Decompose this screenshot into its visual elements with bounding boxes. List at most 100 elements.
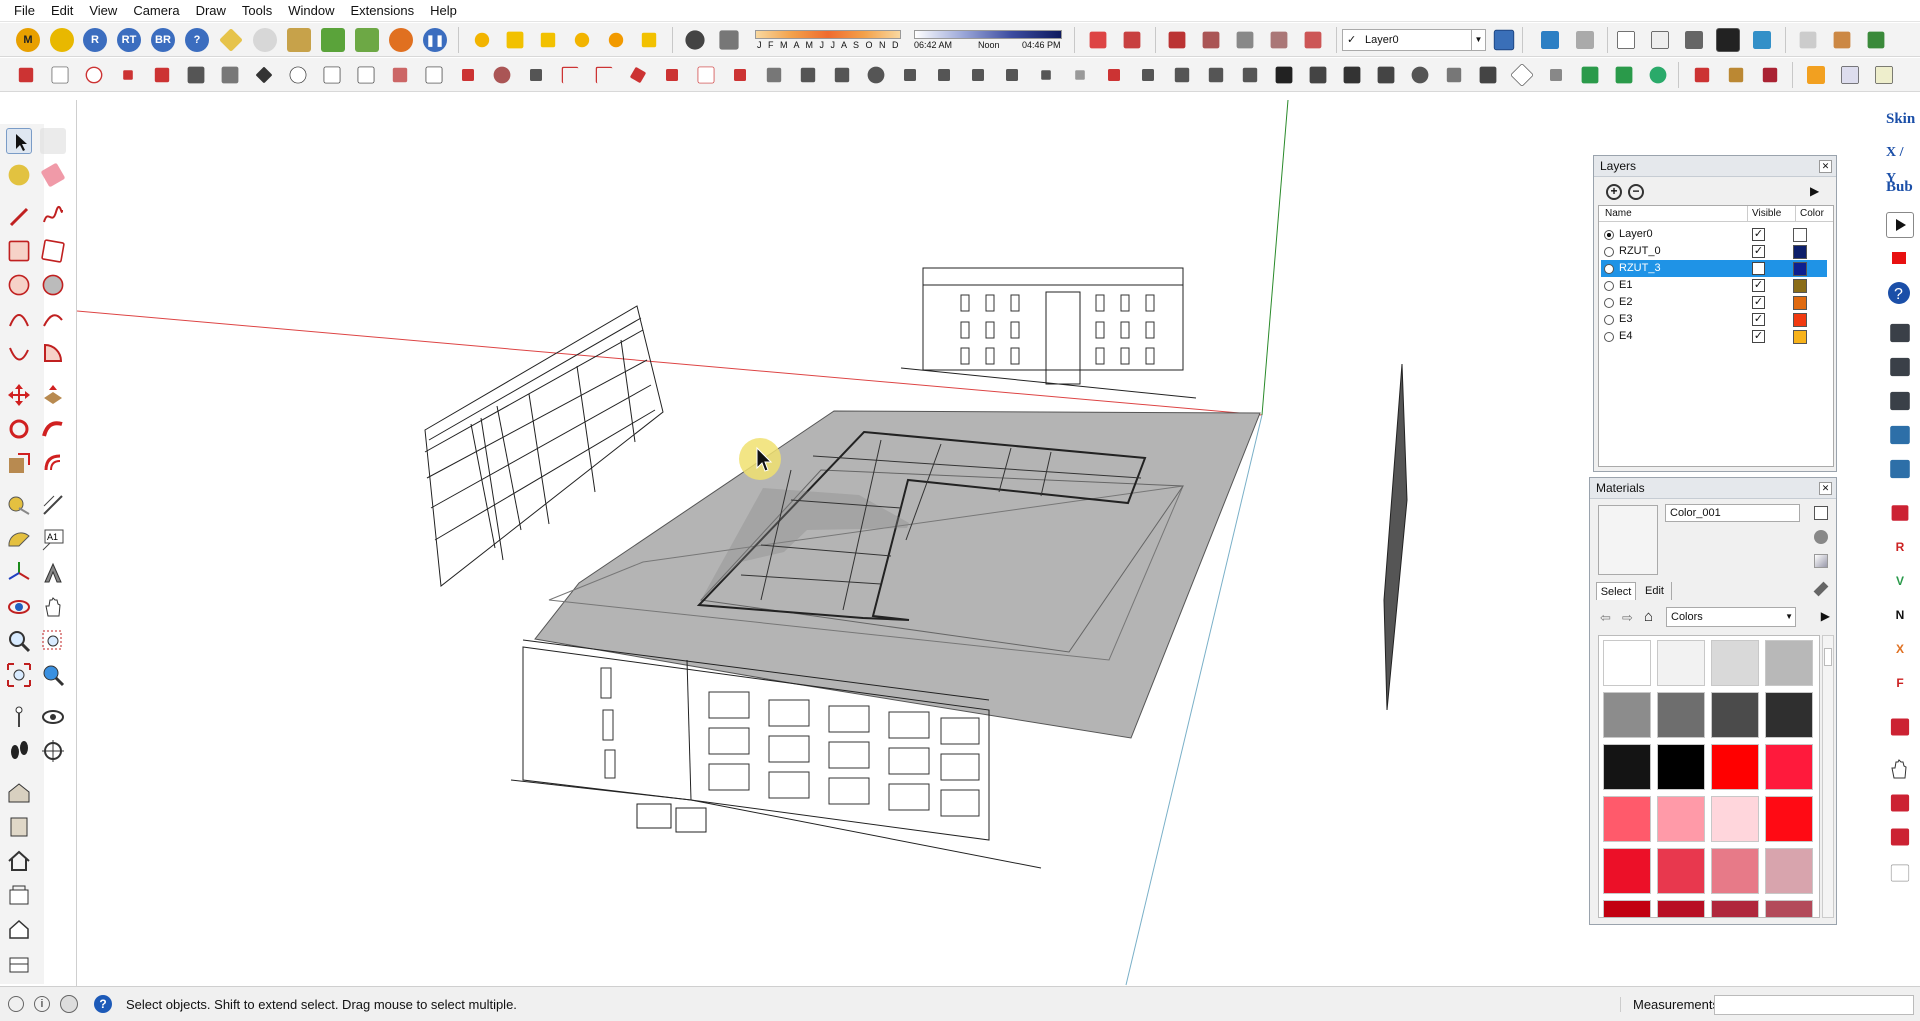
delete-layer-icon[interactable]: − — [1628, 184, 1644, 200]
visible-checkbox[interactable]: ✓ — [1752, 330, 1765, 343]
freehand-icon[interactable] — [40, 204, 66, 230]
color-swatch[interactable] — [1711, 692, 1759, 738]
offset-icon[interactable] — [697, 66, 715, 84]
look-around-icon[interactable] — [40, 704, 66, 730]
create-material-icon[interactable] — [1814, 530, 1828, 544]
tree-icon[interactable] — [321, 28, 345, 52]
menu-help[interactable]: Help — [422, 0, 465, 22]
house-outline-icon[interactable] — [6, 916, 32, 942]
blue-layers-icon[interactable] — [1890, 425, 1910, 445]
copy-dark-icon[interactable] — [1890, 391, 1910, 411]
protractor-icon[interactable] — [6, 526, 32, 552]
color-swatch[interactable] — [1657, 692, 1705, 738]
n-plugin-icon[interactable]: N — [1886, 602, 1914, 628]
pause-icon[interactable]: ❚❚ — [423, 28, 447, 52]
rectangle-plugin-icon[interactable] — [51, 66, 69, 84]
color-swatch[interactable] — [1765, 796, 1813, 842]
spotlight-icon[interactable] — [540, 32, 556, 48]
trim-icon[interactable] — [666, 69, 678, 81]
group-icon[interactable] — [1202, 31, 1220, 49]
visible-checkbox[interactable]: ✓ — [1752, 313, 1765, 326]
layer-row[interactable]: Layer0 ✓ — [1601, 226, 1827, 243]
play-icon[interactable] — [1886, 212, 1914, 238]
green-swirl-icon[interactable] — [1649, 66, 1667, 84]
extend-icon[interactable] — [629, 66, 647, 84]
blue-copy-icon[interactable] — [1890, 459, 1910, 479]
fence-icon[interactable] — [1309, 66, 1327, 84]
paint-bucket-icon[interactable] — [8, 164, 30, 186]
col-visible[interactable]: Visible — [1747, 206, 1781, 222]
position-camera-icon[interactable] — [6, 704, 32, 730]
stack-icon[interactable] — [221, 66, 239, 84]
red-doc-icon[interactable] — [1890, 794, 1910, 812]
color-swatch[interactable] — [1765, 900, 1813, 917]
monochrome-icon[interactable] — [1753, 31, 1771, 49]
layer-row[interactable]: RZUT_0 ✓ — [1601, 243, 1827, 260]
landscape-icon[interactable] — [355, 28, 379, 52]
star-icon[interactable] — [255, 66, 273, 84]
menu-view[interactable]: View — [81, 0, 125, 22]
layer-color-swatch[interactable] — [1793, 262, 1807, 276]
shaded-textures-icon[interactable] — [1716, 28, 1740, 52]
scale-icon[interactable] — [6, 450, 32, 476]
rotate-icon[interactable] — [6, 416, 32, 442]
stairs-icon[interactable] — [904, 69, 916, 81]
light-omni-icon[interactable] — [608, 32, 624, 48]
walk-icon[interactable] — [6, 738, 32, 764]
leaf-icon[interactable] — [938, 69, 950, 81]
nail-icon[interactable] — [1041, 70, 1051, 80]
dimension-icon[interactable] — [40, 492, 66, 518]
layer-color-swatch[interactable] — [1793, 279, 1807, 293]
color-swatch[interactable] — [1765, 848, 1813, 894]
active-layer-radio[interactable] — [1604, 264, 1614, 274]
geolocation-icon[interactable] — [8, 996, 24, 1012]
lock-icon[interactable] — [1236, 31, 1254, 49]
help-blue-icon[interactable]: ? — [1886, 280, 1914, 306]
measurements-input[interactable] — [1714, 995, 1914, 1015]
menu-camera[interactable]: Camera — [125, 0, 187, 22]
library-dropdown[interactable]: Colors ▼ — [1666, 607, 1796, 627]
arrow-down-icon[interactable] — [1075, 70, 1085, 80]
building-icon[interactable] — [6, 950, 32, 976]
hatch-icon[interactable] — [1174, 67, 1190, 83]
active-layer-radio[interactable] — [1604, 332, 1614, 342]
layer-name[interactable]: RZUT_0 — [1619, 243, 1661, 260]
layer-color-swatch[interactable] — [1793, 296, 1807, 310]
xy-plugin-icon[interactable]: X / Y — [1886, 140, 1914, 186]
style-xray-icon[interactable] — [1541, 31, 1559, 49]
tag-icon[interactable] — [219, 28, 243, 52]
rt-plugin-icon[interactable]: RT — [117, 28, 141, 52]
material-name-field[interactable]: Color_001 — [1665, 504, 1800, 522]
back-arrow-icon[interactable]: ⇦ — [1600, 610, 1611, 626]
pipe-icon[interactable] — [392, 67, 408, 83]
menu-draw[interactable]: Draw — [188, 0, 234, 22]
brush-icon[interactable] — [766, 67, 782, 83]
menu-edit[interactable]: Edit — [43, 0, 81, 22]
add-layer-icon[interactable]: + — [1606, 184, 1622, 200]
m-plugin-icon[interactable]: M — [16, 28, 40, 52]
export-icon[interactable] — [1890, 864, 1910, 882]
shaded-icon[interactable] — [1685, 31, 1703, 49]
share-model-icon[interactable] — [6, 882, 32, 908]
f-plugin-icon[interactable]: F — [1886, 670, 1914, 696]
pan-hand-icon[interactable] — [40, 594, 66, 620]
color-swatch[interactable] — [1603, 692, 1651, 738]
swatch-scrollbar[interactable] — [1822, 635, 1834, 918]
offset-tool-icon[interactable] — [40, 450, 66, 476]
people-icon[interactable] — [1762, 67, 1778, 83]
help-plugin-icon[interactable]: ? — [185, 28, 209, 52]
split-icon[interactable] — [1142, 69, 1154, 81]
default-material-icon[interactable] — [1814, 554, 1828, 568]
color-swatch[interactable] — [1603, 640, 1651, 686]
tab-edit[interactable]: Edit — [1638, 582, 1672, 600]
shadow-month-slider[interactable]: J F M A M J J A S O N D — [755, 30, 901, 52]
color-swatch[interactable] — [1711, 796, 1759, 842]
color-swatch[interactable] — [1657, 744, 1705, 790]
explode-icon[interactable] — [1270, 31, 1288, 49]
home-icon[interactable] — [6, 848, 32, 874]
select-tool-icon[interactable] — [6, 128, 32, 154]
layer-name[interactable]: E1 — [1619, 277, 1632, 294]
circle-icon[interactable] — [8, 274, 30, 296]
text-tool-icon[interactable]: A1 — [40, 526, 66, 552]
close-icon[interactable]: ✕ — [1819, 160, 1832, 173]
